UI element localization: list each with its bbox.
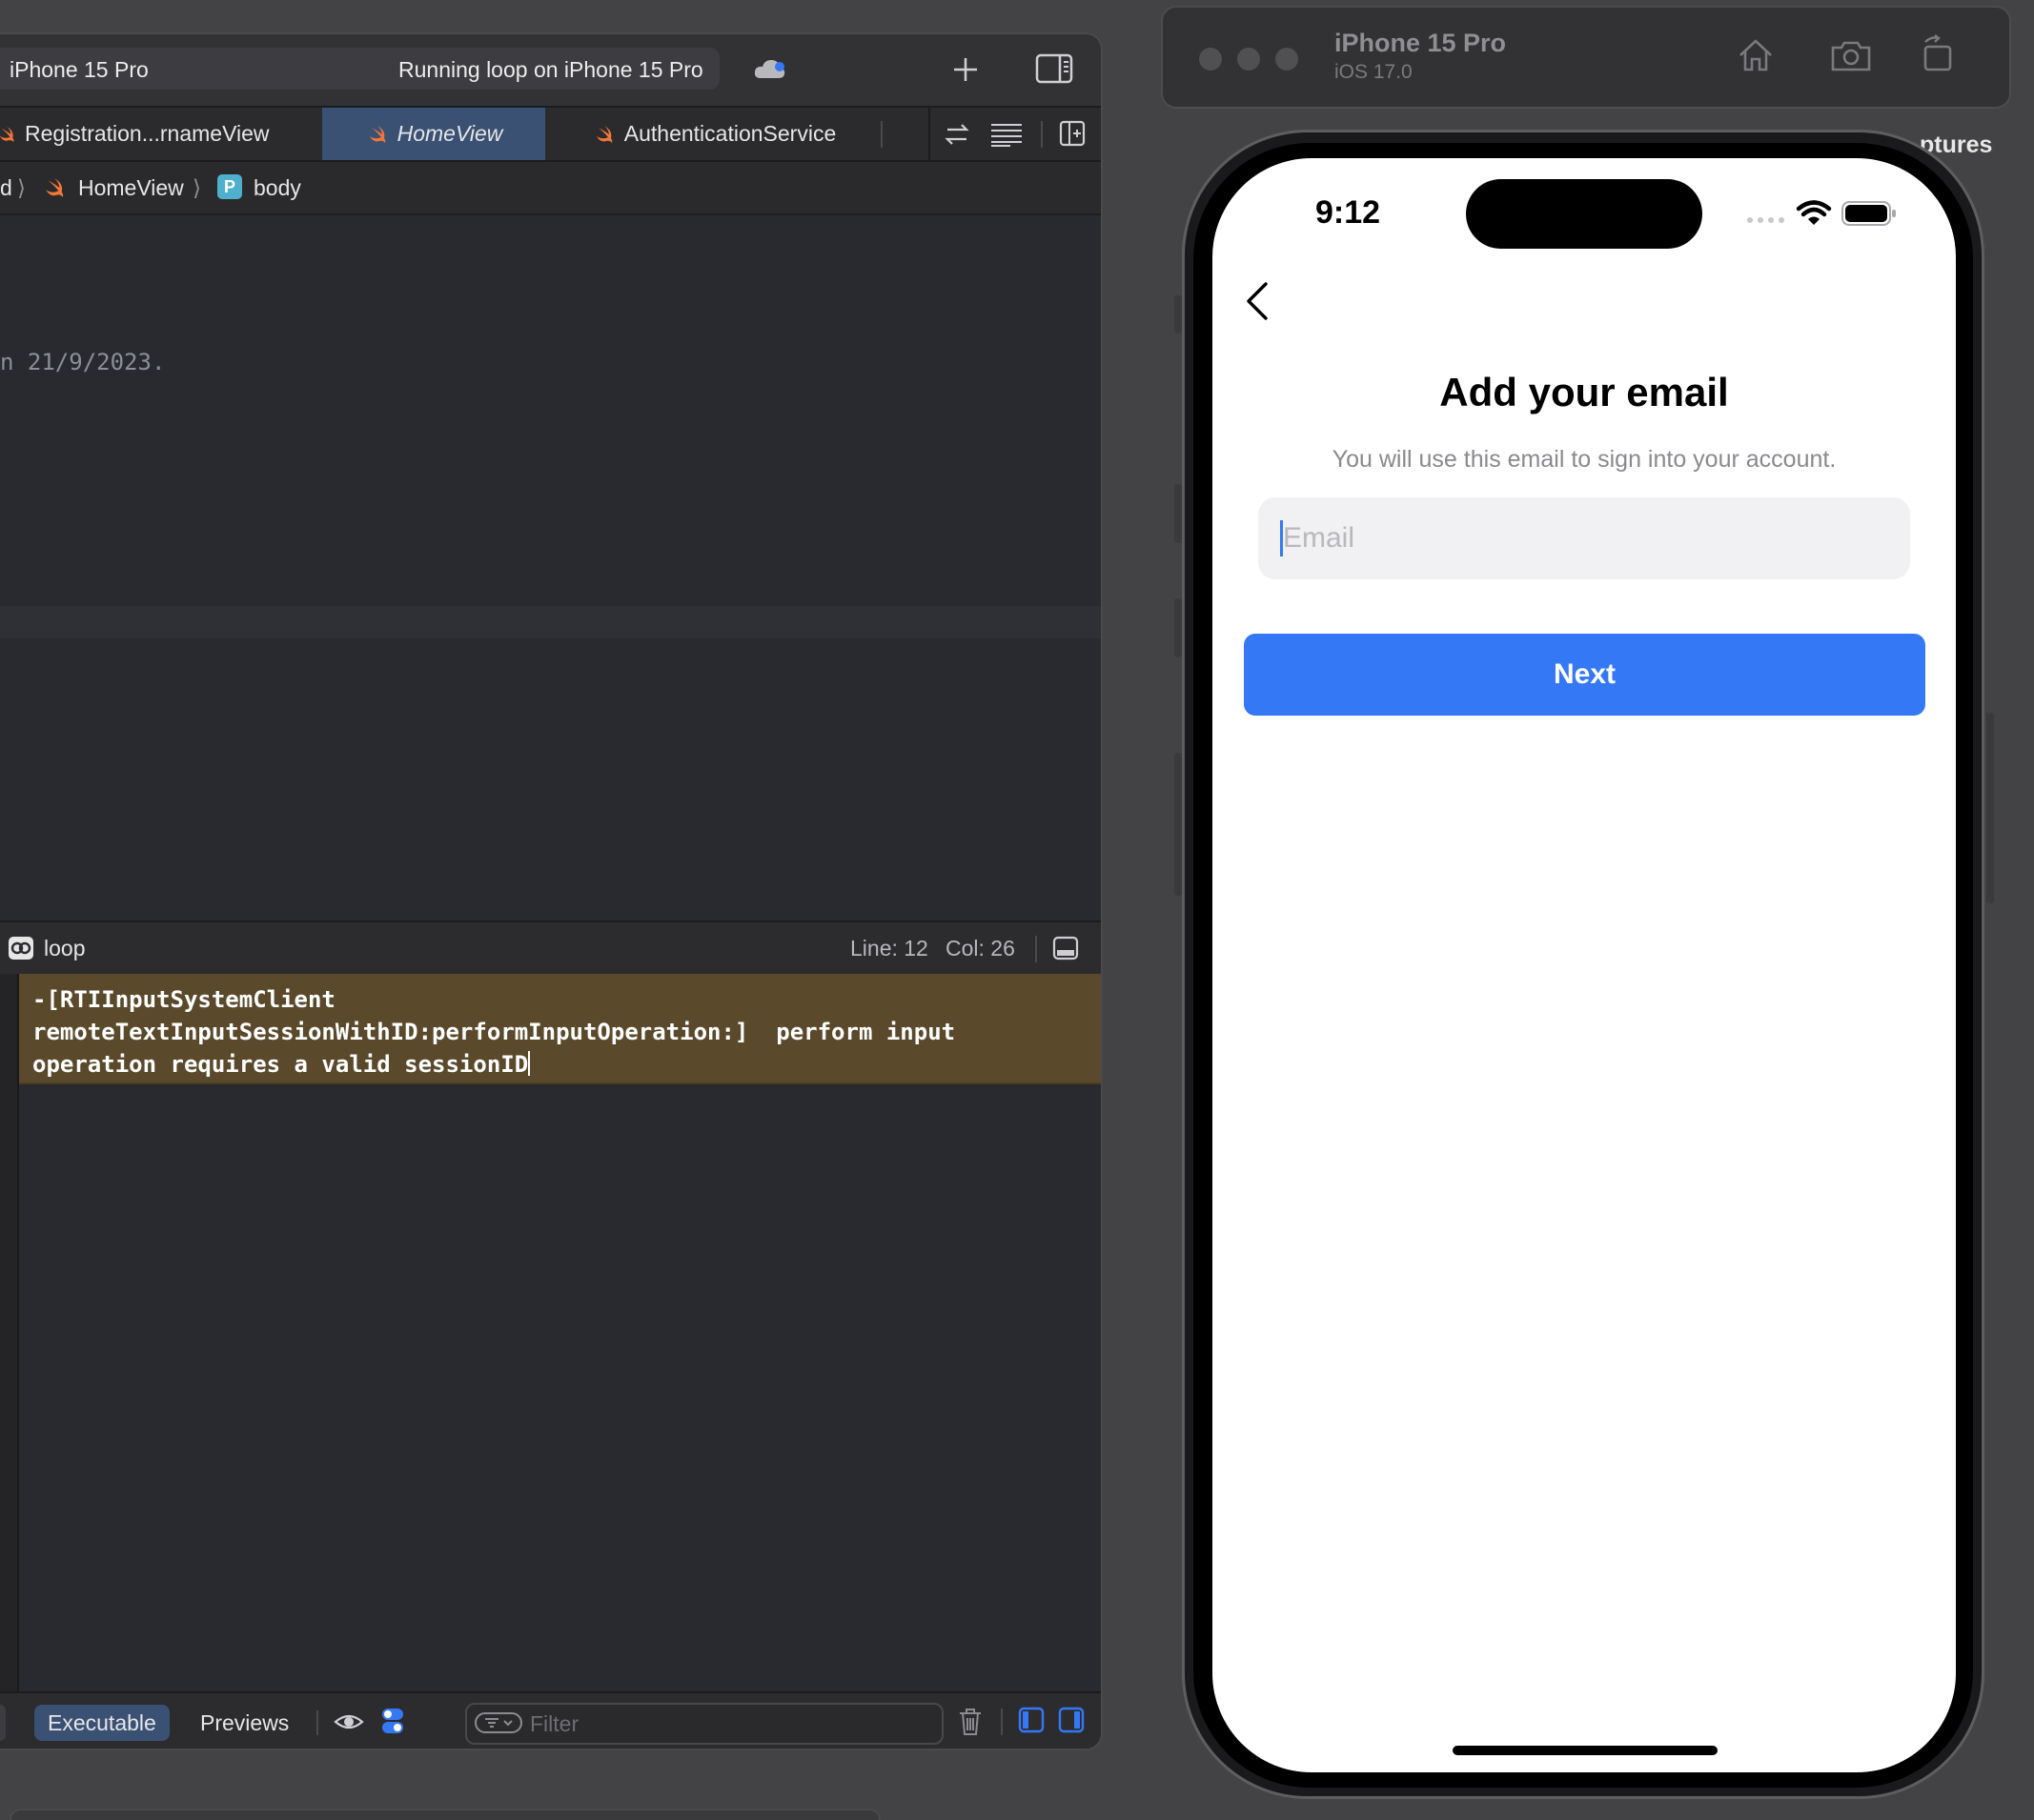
app-target-icon xyxy=(9,937,33,960)
cursor-line: Line: 12 xyxy=(850,936,928,961)
executable-tab[interactable]: Executable xyxy=(34,1705,170,1741)
screen-subtitle: You will use this email to sign into you… xyxy=(1332,446,1837,473)
add-editor-icon[interactable] xyxy=(1058,119,1087,148)
eye-icon[interactable] xyxy=(334,1710,364,1733)
breadcrumb-symbol[interactable]: body xyxy=(254,175,301,201)
inspector-toggle-icon[interactable] xyxy=(1035,53,1073,84)
side-rail xyxy=(1174,753,1182,896)
filter-placeholder: Filter xyxy=(530,1711,580,1736)
email-placeholder: Email xyxy=(1283,522,1355,554)
toggle-icon[interactable] xyxy=(381,1707,404,1735)
hide-debug-area-icon[interactable] xyxy=(1052,936,1079,961)
swift-icon xyxy=(369,125,385,143)
tab-label: HomeView xyxy=(397,121,503,146)
tab-separator xyxy=(1041,121,1043,148)
activity-status: Running loop on iPhone 15 Pro xyxy=(398,57,703,82)
zoom-window-button[interactable] xyxy=(1275,48,1298,71)
filter-options-icon[interactable] xyxy=(475,1712,522,1733)
swift-icon xyxy=(0,126,14,142)
tab-registration-view[interactable]: Registration...rnameView xyxy=(0,108,320,160)
console-warning-message[interactable]: -[RTIInputSystemClient remoteTextInputSe… xyxy=(19,974,1101,1084)
debug-target-name[interactable]: loop xyxy=(44,936,85,961)
cloud-icon[interactable] xyxy=(753,55,787,82)
simulator-device-name: iPhone 15 Pro xyxy=(1334,29,1507,57)
wifi-icon xyxy=(1796,200,1832,225)
breadcrumb-prefix[interactable]: d xyxy=(0,175,12,201)
xcode-window: iPhone 15 Pro Running loop on iPhone 15 … xyxy=(0,32,1103,1750)
tab-homeview[interactable]: HomeView xyxy=(322,108,545,160)
previews-tab[interactable]: Previews xyxy=(187,1705,302,1741)
console-filter-bar: Executable Previews Filter xyxy=(0,1691,1101,1749)
console-area[interactable]: -[RTIInputSystemClient remoteTextInputSe… xyxy=(0,974,1101,1691)
lines-icon[interactable] xyxy=(989,121,1024,148)
close-window-button[interactable] xyxy=(1199,48,1222,71)
home-indicator[interactable] xyxy=(1453,1746,1718,1755)
debug-bar: loop Line: 12 Col: 26 xyxy=(0,920,1101,976)
console-separator xyxy=(1001,1709,1003,1735)
minimize-window-button[interactable] xyxy=(1237,48,1260,71)
next-button[interactable]: Next xyxy=(1244,634,1925,716)
dynamic-island xyxy=(1466,179,1702,249)
action-button[interactable] xyxy=(1174,295,1182,334)
home-icon[interactable] xyxy=(1737,36,1775,74)
background-window-edge xyxy=(10,1809,881,1820)
swift-icon xyxy=(46,178,64,197)
code-comment-line: n 21/9/2023. xyxy=(0,349,166,375)
text-caret xyxy=(1280,520,1283,556)
power-button[interactable] xyxy=(1986,713,1994,903)
property-badge-icon: P xyxy=(217,174,242,199)
volume-down-button[interactable] xyxy=(1174,598,1182,657)
debug-separator xyxy=(1035,936,1037,962)
screenshot-icon[interactable] xyxy=(1830,38,1872,72)
iphone-screen: 9:12 Add your email You will use this em… xyxy=(1212,158,1956,1772)
tab-divider xyxy=(928,108,930,160)
jump-bar: d ⟩ HomeView ⟩ P body xyxy=(0,162,1101,215)
swap-icon[interactable] xyxy=(944,121,970,148)
tab-separator xyxy=(881,121,883,148)
breadcrumb-file[interactable]: HomeView xyxy=(78,175,184,201)
volume-up-button[interactable] xyxy=(1174,484,1182,543)
simulator-titlebar: iPhone 15 Pro iOS 17.0 xyxy=(1161,6,2011,109)
show-variables-icon[interactable] xyxy=(1018,1707,1045,1733)
cursor-col: Col: 26 xyxy=(946,936,1015,961)
show-console-icon[interactable] xyxy=(1058,1707,1085,1733)
filter-field[interactable]: Filter xyxy=(465,1703,944,1745)
editor-tab-bar: Registration...rnameView HomeView Authen… xyxy=(0,108,1101,162)
plus-icon[interactable] xyxy=(951,55,980,84)
battery-icon xyxy=(1841,201,1896,226)
cellular-signal-icon xyxy=(1747,217,1784,223)
screen-title: Add your email xyxy=(1439,370,1729,415)
run-destination[interactable]: iPhone 15 Pro xyxy=(10,57,149,83)
tab-label: AuthenticationService xyxy=(623,121,837,146)
status-bar-time: 9:12 xyxy=(1315,194,1381,231)
rotate-icon[interactable] xyxy=(1920,34,1956,72)
tab-authentication-service[interactable]: AuthenticationService xyxy=(547,108,881,160)
console-gutter xyxy=(0,974,19,1691)
trash-icon[interactable] xyxy=(957,1707,984,1737)
previews-label: Previews xyxy=(200,1709,290,1735)
breadcrumb-chevron-icon: ⟩ xyxy=(17,175,26,200)
tab-label: Registration...rnameView xyxy=(25,121,270,146)
back-chevron-icon[interactable] xyxy=(1243,280,1271,322)
current-line-highlight xyxy=(0,606,1101,638)
breadcrumb-chevron-icon: ⟩ xyxy=(193,175,201,200)
console-message-text: -[RTIInputSystemClient remoteTextInputSe… xyxy=(32,986,956,1078)
pane-edge xyxy=(0,1705,6,1741)
email-field[interactable]: Email xyxy=(1258,497,1910,579)
source-editor[interactable]: n 21/9/2023. xyxy=(0,215,1101,920)
console-separator xyxy=(316,1710,318,1735)
text-caret xyxy=(528,1051,531,1076)
simulator-os-version: iOS 17.0 xyxy=(1334,61,1413,83)
swift-icon xyxy=(596,125,613,143)
xcode-toolbar: iPhone 15 Pro Running loop on iPhone 15 … xyxy=(0,34,1101,108)
executable-label: Executable xyxy=(48,1709,156,1735)
